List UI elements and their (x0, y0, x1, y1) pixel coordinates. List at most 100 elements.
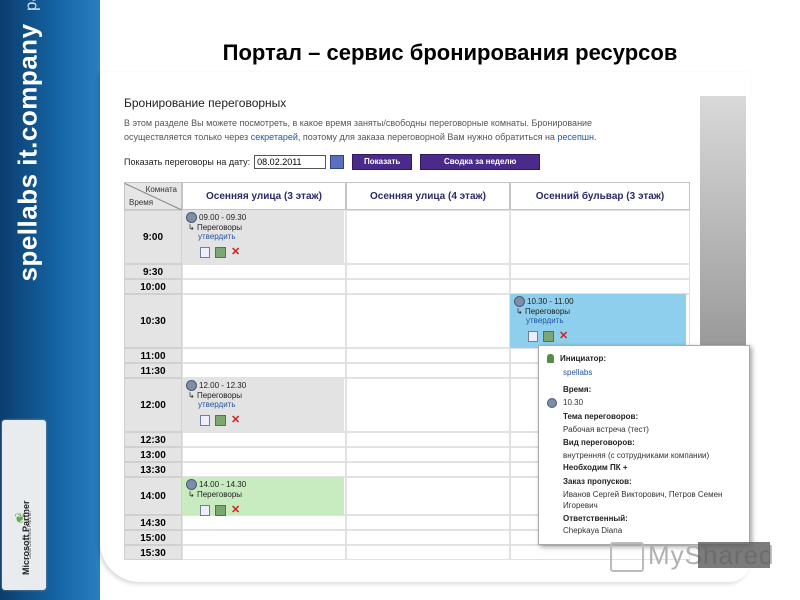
calendar-icon[interactable] (330, 155, 345, 169)
booking-entry[interactable]: 12.00 - 12.30 ↳ Переговоры утвердить ✕ (182, 378, 344, 432)
grid-cell[interactable] (346, 210, 510, 264)
time-slot-label: 15:30 (124, 545, 182, 560)
grid-cell[interactable] (346, 515, 510, 530)
edit-icon[interactable] (215, 247, 226, 258)
grid-cell[interactable] (182, 447, 346, 462)
week-summary-button[interactable]: Сводка за неделю (420, 154, 541, 170)
grid-cell[interactable] (182, 515, 346, 530)
approve-link[interactable]: утвердить (526, 316, 684, 325)
time-slot-label: 15:00 (124, 530, 182, 545)
time-slot-label: 11:30 (124, 363, 182, 378)
delete-icon[interactable]: ✕ (231, 505, 240, 516)
time-slot-label: 9:30 (124, 264, 182, 279)
copy-icon[interactable] (200, 505, 210, 516)
partner-text: Microsoft Partner (21, 500, 31, 575)
grid-cell[interactable] (346, 432, 510, 447)
grid-cell[interactable] (346, 348, 510, 363)
brand-name: spellabs it.company (12, 23, 43, 282)
grid-cell[interactable] (346, 462, 510, 477)
edit-icon[interactable] (543, 331, 554, 342)
clock-icon (186, 479, 197, 490)
responsible-label: Ответственный: (563, 514, 628, 523)
grid-cell[interactable] (182, 462, 346, 477)
approve-link[interactable]: утвердить (198, 232, 342, 241)
clock-icon (547, 398, 557, 408)
copy-icon[interactable] (528, 331, 538, 342)
grid-cell[interactable] (182, 363, 346, 378)
corner-time-label: Время (129, 198, 154, 207)
desc-part3: . (594, 132, 597, 142)
person-icon (547, 354, 554, 364)
grid-cell[interactable] (346, 530, 510, 545)
time-label: Время: (563, 385, 592, 394)
secretaries-link[interactable]: секретарей (251, 132, 298, 142)
booking-actions: ✕ (200, 505, 342, 516)
booking-title: Переговоры (196, 490, 243, 499)
time-slot-label: 10:30 (124, 294, 182, 348)
booking-title: Переговоры (196, 223, 243, 232)
delete-icon[interactable]: ✕ (231, 247, 240, 258)
grid-cell[interactable] (182, 530, 346, 545)
grid-cell[interactable] (346, 264, 510, 279)
time-slot-label: 14:00 (124, 477, 182, 515)
delete-icon[interactable]: ✕ (231, 415, 240, 426)
booking-name: ↳ Переговоры (188, 391, 243, 400)
date-input[interactable] (254, 155, 327, 169)
clock-icon (514, 296, 525, 307)
booking-entry[interactable]: 14.00 - 14.30 ↳ Переговоры ✕ (182, 477, 344, 516)
grid-cell[interactable] (510, 279, 690, 294)
time-slot-label: 13:00 (124, 447, 182, 462)
slide-title: Портал – сервис бронирования ресурсов (222, 40, 678, 65)
microsoft-partner-badge: Gold Certified Partner Microsoft Partner… (2, 420, 46, 590)
edit-icon[interactable] (215, 415, 226, 426)
room-header: Осенняя улица (4 этаж) (346, 182, 510, 210)
edit-icon[interactable] (215, 505, 226, 516)
initiator-row: Инициатор: (547, 354, 606, 364)
grid-corner: Комната Время (124, 182, 184, 211)
brand-tagline: работаем с 2004 года (22, 0, 41, 11)
grid-cell[interactable] (182, 545, 346, 560)
initiator-value[interactable]: spellabs (563, 368, 592, 377)
page-heading: Бронирование переговорных (124, 96, 287, 110)
grid-cell[interactable] (346, 294, 510, 348)
grid-cell[interactable] (346, 279, 510, 294)
grid-cell[interactable] (510, 264, 690, 279)
grid-cell[interactable] (182, 348, 346, 363)
delete-icon[interactable]: ✕ (559, 331, 568, 342)
booking-time-row: 09.00 - 09.30 (186, 212, 342, 223)
grid-cell[interactable] (182, 279, 346, 294)
passes-label: Заказ пропусков: (563, 477, 632, 486)
time-slot-label: 11:00 (124, 348, 182, 363)
booking-title: Переговоры (196, 391, 243, 400)
approve-link[interactable]: утвердить (198, 400, 342, 409)
grid-cell[interactable] (346, 378, 510, 432)
grid-cell[interactable] (346, 447, 510, 462)
grid-cell[interactable] (346, 363, 510, 378)
time-slot-label: 13:30 (124, 462, 182, 477)
grid-cell[interactable] (182, 264, 346, 279)
date-toolbar: Показать переговоры на дату: Показать Св… (124, 154, 541, 170)
grid-cell[interactable] (346, 545, 510, 560)
room-header: Осенний бульвар (3 этаж) (510, 182, 690, 210)
copy-icon[interactable] (200, 247, 210, 258)
booking-entry[interactable]: 09.00 - 09.30 ↳ Переговоры утвердить ✕ (182, 210, 344, 264)
grid-cell[interactable] (346, 477, 510, 515)
grid-cell[interactable] (182, 432, 346, 447)
time-slot-label: 14:30 (124, 515, 182, 530)
time-slot-label: 10:00 (124, 279, 182, 294)
booking-time: 12.00 - 12.30 (199, 381, 247, 390)
booking-entry[interactable]: 10.30 - 11.00 ↳ Переговоры утвердить ✕ (510, 294, 686, 348)
watermark: MyShared (610, 538, 774, 572)
reception-link[interactable]: ресепшн (557, 132, 594, 142)
grid-cell[interactable] (182, 294, 346, 348)
booking-time-row: 14.00 - 14.30 (186, 479, 342, 490)
grid-cell[interactable] (510, 210, 690, 264)
show-button[interactable]: Показать (352, 154, 413, 170)
time-slot-label: 9:00 (124, 210, 182, 264)
booking-name: ↳ Переговоры (188, 223, 243, 232)
booking-name: ↳ Переговоры (188, 490, 243, 499)
topic-label: Тема переговоров: (563, 412, 639, 421)
booking-name: ↳ Переговоры (516, 307, 571, 316)
corner-room-label: Комната (145, 185, 177, 194)
copy-icon[interactable] (200, 415, 210, 426)
